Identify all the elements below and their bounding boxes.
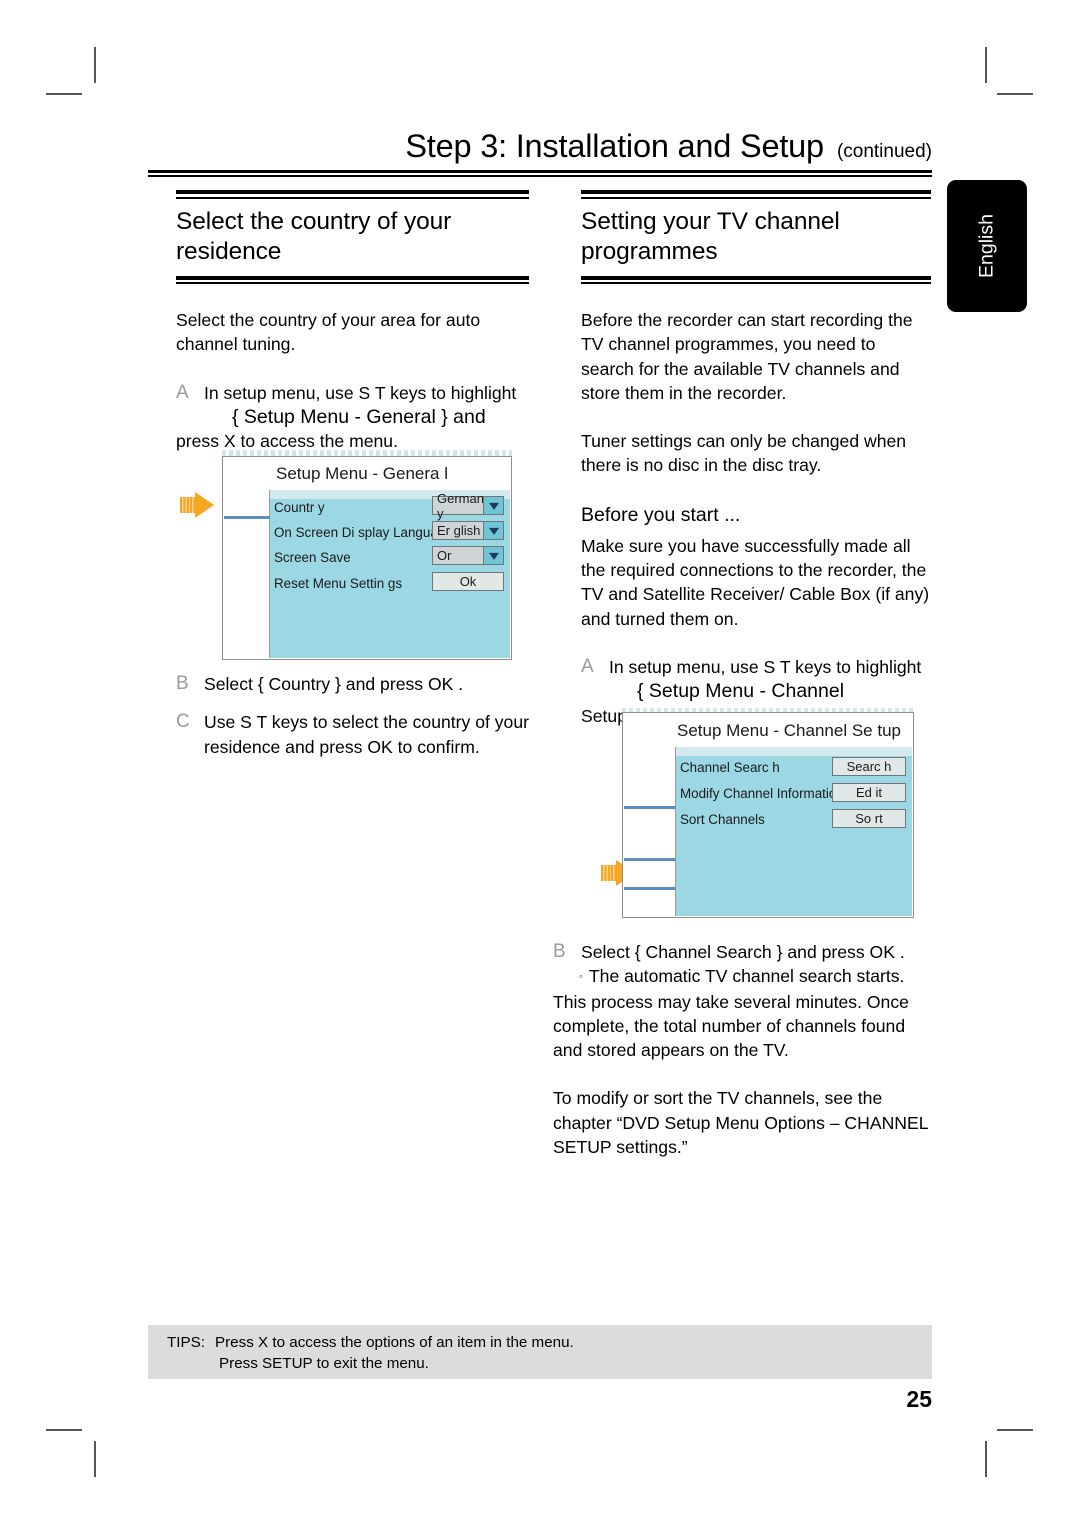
header-rule-thin	[148, 175, 932, 177]
left-step-a-marker: A	[176, 381, 189, 403]
tips-text-2: Press SETUP to exit the menu.	[219, 1355, 429, 1372]
left-step-c-marker: C	[176, 711, 190, 733]
left-step-a-line1: In setup menu, use S T keys to highlight	[204, 382, 517, 403]
osd-general-sidebar-divider	[224, 516, 270, 519]
right-paragraph-2: Tuner settings can only be changed when …	[581, 431, 907, 476]
osd-general-title: Setup Menu - Genera l	[276, 464, 448, 483]
tips-box: TIPS: Press X to access the options of an…	[148, 1325, 932, 1379]
left-section-heading: Select the country of your residence	[176, 207, 452, 265]
right-step-a-line2: { Setup Menu - Channel	[637, 680, 845, 703]
bullet-icon: ◦	[579, 971, 583, 984]
crop-mark-top-left-vertical	[94, 47, 96, 83]
right-note-bullet: ◦ The automatic TV channel search starts.…	[553, 964, 933, 1062]
right-paragraph-1: Before the recorder can start recording …	[581, 310, 913, 403]
osd-channel-sidebar-divider-3	[624, 887, 676, 890]
page-title-continued: (continued)	[836, 141, 932, 162]
osd-channel-sidebar-divider-1	[624, 806, 676, 809]
tips-text-1: Press X to access the options of an item…	[214, 1334, 574, 1351]
osd-general-screen-save-combo[interactable]: Or	[432, 546, 504, 565]
crop-mark-top-right-vertical	[985, 47, 987, 83]
left-heading-rule-bottom	[176, 275, 529, 284]
right-section-heading: Setting your TV channel programmes	[581, 207, 840, 265]
osd-general-reset-button-label: Ok	[459, 574, 477, 589]
right-closing-paragraph: To modify or sort the TV channels, see t…	[553, 1088, 928, 1158]
osd-channel-sort-button-label: So rt	[855, 811, 883, 826]
right-heading-rule-top	[581, 190, 931, 199]
page-title: Step 3: Installation and Setup	[405, 128, 824, 164]
left-step-b-text: Select { Country } and press OK .	[204, 674, 464, 694]
osd-general-row-osd-language-label: On Screen Di splay Language	[274, 524, 453, 540]
right-step-b: B Select { Channel Search } and press OK…	[553, 940, 933, 964]
osd-general-osd-language-value: Er glish	[437, 523, 481, 538]
right-step-b-marker: B	[553, 941, 566, 962]
tips-line-2: Press SETUP to exit the menu.	[167, 1353, 932, 1374]
crop-mark-bottom-left-vertical	[94, 1441, 96, 1477]
header-rule-thick	[148, 170, 932, 173]
left-step-c: C Use S T keys to select the country of …	[176, 710, 536, 759]
osd-general-screen-save-value: Or	[437, 548, 452, 563]
left-step-b-marker: B	[176, 673, 189, 694]
language-tab-label: English	[975, 214, 998, 278]
osd-general-reset-button[interactable]: Ok	[432, 572, 504, 591]
left-step-c-text: Use S T keys to select the country of yo…	[204, 712, 529, 757]
osd-channel-search-button[interactable]: Searc h	[832, 757, 906, 776]
left-step-a-line2: { Setup Menu - General } and	[232, 405, 486, 428]
left-step-a: A In setup menu, use S T keys to highlig…	[176, 381, 529, 405]
chevron-down-icon[interactable]	[483, 497, 503, 514]
page-number: 25	[906, 1386, 932, 1412]
osd-general-row-country-label: Countr y	[274, 499, 325, 515]
left-intro-paragraph: Select the country of your area for auto…	[176, 310, 481, 355]
osd-channel-sidebar	[624, 747, 676, 916]
right-heading-rule-bottom	[581, 275, 931, 284]
osd-channel-row-sort-label: Sort Channels	[680, 811, 765, 827]
tips-label: TIPS:	[167, 1334, 205, 1351]
osd-channel-edit-button[interactable]: Ed it	[832, 783, 906, 802]
left-step-b: B Select { Country } and press OK .	[176, 672, 536, 696]
right-step-b-text: Select { Channel Search } and press OK .	[581, 942, 905, 962]
crop-mark-top-left-horizontal	[46, 93, 82, 95]
osd-general-pointer-arrow	[180, 492, 214, 518]
osd-channel-edit-button-label: Ed it	[855, 785, 882, 800]
tips-line-1: TIPS: Press X to access the options of an…	[167, 1332, 932, 1353]
osd-channel-title: Setup Menu - Channel Se tup	[677, 720, 901, 740]
right-note-bullet-text: The automatic TV channel search starts. …	[553, 966, 909, 1061]
osd-general-country-value: German y	[437, 490, 483, 521]
osd-general-row-reset-label: Reset Menu Settin gs	[274, 575, 403, 591]
right-paragraph-3: Make sure you have successfully made all…	[581, 535, 930, 629]
osd-channel-titlebar: Setup Menu - Channel Se tup	[624, 714, 912, 747]
chevron-down-icon[interactable]	[483, 522, 503, 539]
left-column-steps-bc: B Select { Country } and press OK . C Us…	[176, 672, 536, 759]
right-step-a-marker: A	[581, 655, 594, 677]
right-step-a: A In setup menu, use S T keys to highlig…	[581, 655, 931, 679]
osd-channel-sort-button[interactable]: So rt	[832, 809, 906, 828]
osd-channel-row-modify-label: Modify Channel Informatio n	[680, 785, 848, 801]
crop-mark-bottom-right-vertical	[985, 1441, 987, 1477]
right-column-notes: B Select { Channel Search } and press OK…	[553, 940, 933, 1159]
osd-channel-row-search-label: Channel Searc h	[680, 759, 780, 775]
right-column: Setting your TV channel programmes Befor…	[581, 190, 931, 728]
osd-general-titlebar: Setup Menu - Genera l	[224, 458, 510, 490]
before-you-start-heading: Before you start ...	[581, 503, 741, 526]
osd-general-row-screen-save-label: Screen Save	[274, 549, 351, 565]
osd-channel-search-button-label: Searc h	[846, 759, 892, 774]
osd-general-osd-language-combo[interactable]: Er glish	[432, 521, 504, 540]
osd-general-country-combo[interactable]: German y	[432, 491, 504, 521]
crop-mark-bottom-right-horizontal	[997, 1429, 1033, 1431]
osd-channel-sidebar-divider-2	[624, 858, 676, 861]
crop-mark-top-right-horizontal	[997, 93, 1033, 95]
language-tab: English	[947, 180, 1027, 312]
crop-mark-bottom-left-horizontal	[46, 1429, 82, 1431]
left-heading-rule-top	[176, 190, 529, 199]
left-column: Select the country of your residence Sel…	[176, 190, 529, 453]
right-step-a-line1: In setup menu, use S T keys to highlight	[609, 656, 922, 677]
chevron-down-icon[interactable]	[483, 547, 503, 564]
page-header: Step 3: Installation and Setup (continue…	[148, 128, 932, 177]
osd-channel-panel	[676, 756, 912, 916]
